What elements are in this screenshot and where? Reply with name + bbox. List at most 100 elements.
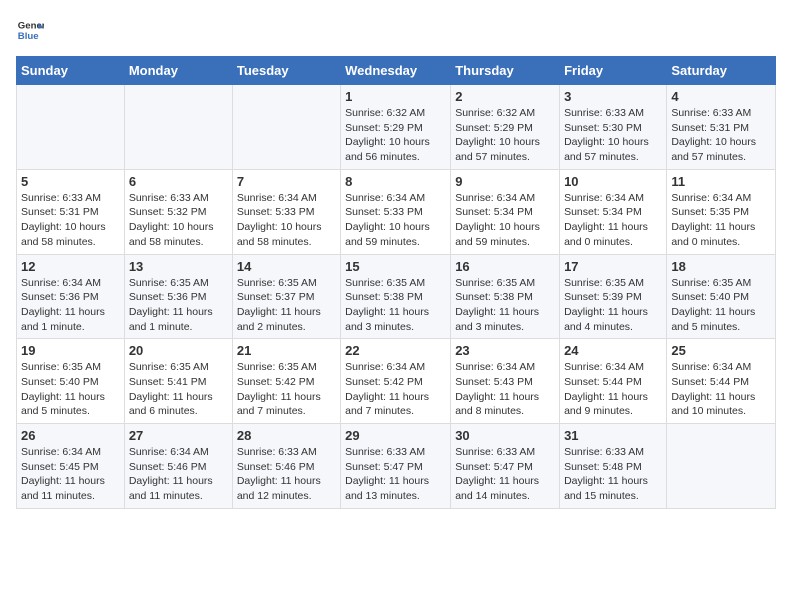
svg-text:Blue: Blue	[18, 31, 39, 42]
day-cell: 15Sunrise: 6:35 AM Sunset: 5:38 PM Dayli…	[341, 254, 451, 339]
week-row-3: 12Sunrise: 6:34 AM Sunset: 5:36 PM Dayli…	[17, 254, 776, 339]
day-cell: 8 Sunrise: 6:34 AM Sunset: 5:33 PM Daylig…	[341, 169, 451, 254]
header: General Blue	[16, 16, 776, 44]
day-info: Sunrise: 6:34 AM Sunset: 5:33 PM Dayligh…	[345, 191, 446, 250]
day-cell: 20 Sunrise: 6:35 AM Sunset: 5:41 PM Dayli…	[124, 339, 232, 424]
day-info: Sunrise: 6:35 AM Sunset: 5:41 PM Dayligh…	[129, 360, 228, 419]
day-info: Sunrise: 6:34 AM Sunset: 5:45 PM Dayligh…	[21, 445, 120, 504]
day-number: 5	[21, 174, 120, 189]
day-cell: 11Sunrise: 6:34 AM Sunset: 5:35 PM Dayli…	[667, 169, 776, 254]
day-info: Sunrise: 6:35 AM Sunset: 5:40 PM Dayligh…	[671, 276, 771, 335]
day-cell: 30 Sunrise: 6:33 AM Sunset: 5:47 PM Dayli…	[451, 424, 560, 509]
day-cell: 12Sunrise: 6:34 AM Sunset: 5:36 PM Dayli…	[17, 254, 125, 339]
day-cell: 2 Sunrise: 6:32 AM Sunset: 5:29 PM Daylig…	[451, 85, 560, 170]
day-cell: 31 Sunrise: 6:33 AM Sunset: 5:48 PM Dayli…	[560, 424, 667, 509]
day-number: 18	[671, 259, 771, 274]
day-cell: 7 Sunrise: 6:34 AM Sunset: 5:33 PM Daylig…	[232, 169, 340, 254]
day-number: 3	[564, 89, 662, 104]
day-info: Sunrise: 6:35 AM Sunset: 5:42 PM Dayligh…	[237, 360, 336, 419]
day-info: Sunrise: 6:34 AM Sunset: 5:42 PM Dayligh…	[345, 360, 446, 419]
day-cell: 27 Sunrise: 6:34 AM Sunset: 5:46 PM Dayli…	[124, 424, 232, 509]
day-cell: 28Sunrise: 6:33 AM Sunset: 5:46 PM Dayli…	[232, 424, 340, 509]
header-cell-saturday: Saturday	[667, 57, 776, 85]
day-info: Sunrise: 6:33 AM Sunset: 5:30 PM Dayligh…	[564, 106, 662, 165]
day-info: Sunrise: 6:34 AM Sunset: 5:46 PM Dayligh…	[129, 445, 228, 504]
day-number: 27	[129, 428, 228, 443]
day-info: Sunrise: 6:33 AM Sunset: 5:47 PM Dayligh…	[455, 445, 555, 504]
week-row-5: 26 Sunrise: 6:34 AM Sunset: 5:45 PM Dayli…	[17, 424, 776, 509]
day-cell: 17 Sunrise: 6:35 AM Sunset: 5:39 PM Dayli…	[560, 254, 667, 339]
day-info: Sunrise: 6:34 AM Sunset: 5:34 PM Dayligh…	[455, 191, 555, 250]
day-info: Sunrise: 6:34 AM Sunset: 5:44 PM Dayligh…	[671, 360, 771, 419]
header-row: SundayMondayTuesdayWednesdayThursdayFrid…	[17, 57, 776, 85]
day-info: Sunrise: 6:35 AM Sunset: 5:38 PM Dayligh…	[345, 276, 446, 335]
day-number: 26	[21, 428, 120, 443]
day-number: 31	[564, 428, 662, 443]
day-info: Sunrise: 6:34 AM Sunset: 5:43 PM Dayligh…	[455, 360, 555, 419]
day-number: 4	[671, 89, 771, 104]
day-number: 20	[129, 343, 228, 358]
day-info: Sunrise: 6:33 AM Sunset: 5:31 PM Dayligh…	[671, 106, 771, 165]
day-cell: 24 Sunrise: 6:34 AM Sunset: 5:44 PM Dayli…	[560, 339, 667, 424]
day-info: Sunrise: 6:34 AM Sunset: 5:35 PM Dayligh…	[671, 191, 771, 250]
day-number: 21	[237, 343, 336, 358]
day-cell: 29 Sunrise: 6:33 AM Sunset: 5:47 PM Dayli…	[341, 424, 451, 509]
day-cell: 21 Sunrise: 6:35 AM Sunset: 5:42 PM Dayli…	[232, 339, 340, 424]
day-info: Sunrise: 6:32 AM Sunset: 5:29 PM Dayligh…	[455, 106, 555, 165]
day-cell: 19 Sunrise: 6:35 AM Sunset: 5:40 PM Dayli…	[17, 339, 125, 424]
day-number: 7	[237, 174, 336, 189]
day-cell	[124, 85, 232, 170]
day-cell: 5 Sunrise: 6:33 AM Sunset: 5:31 PM Daylig…	[17, 169, 125, 254]
header-cell-friday: Friday	[560, 57, 667, 85]
header-cell-tuesday: Tuesday	[232, 57, 340, 85]
day-cell	[17, 85, 125, 170]
day-cell: 14Sunrise: 6:35 AM Sunset: 5:37 PM Dayli…	[232, 254, 340, 339]
day-cell: 16 Sunrise: 6:35 AM Sunset: 5:38 PM Dayli…	[451, 254, 560, 339]
day-info: Sunrise: 6:35 AM Sunset: 5:40 PM Dayligh…	[21, 360, 120, 419]
day-number: 19	[21, 343, 120, 358]
day-info: Sunrise: 6:35 AM Sunset: 5:38 PM Dayligh…	[455, 276, 555, 335]
day-number: 23	[455, 343, 555, 358]
day-info: Sunrise: 6:34 AM Sunset: 5:44 PM Dayligh…	[564, 360, 662, 419]
header-cell-sunday: Sunday	[17, 57, 125, 85]
day-number: 8	[345, 174, 446, 189]
day-cell: 9Sunrise: 6:34 AM Sunset: 5:34 PM Daylig…	[451, 169, 560, 254]
day-info: Sunrise: 6:33 AM Sunset: 5:46 PM Dayligh…	[237, 445, 336, 504]
day-cell: 18 Sunrise: 6:35 AM Sunset: 5:40 PM Dayli…	[667, 254, 776, 339]
calendar-table: SundayMondayTuesdayWednesdayThursdayFrid…	[16, 56, 776, 509]
day-number: 2	[455, 89, 555, 104]
day-info: Sunrise: 6:34 AM Sunset: 5:34 PM Dayligh…	[564, 191, 662, 250]
day-info: Sunrise: 6:35 AM Sunset: 5:36 PM Dayligh…	[129, 276, 228, 335]
day-cell: 23 Sunrise: 6:34 AM Sunset: 5:43 PM Dayli…	[451, 339, 560, 424]
logo-icon: General Blue	[16, 16, 44, 44]
day-info: Sunrise: 6:33 AM Sunset: 5:32 PM Dayligh…	[129, 191, 228, 250]
day-number: 12	[21, 259, 120, 274]
week-row-2: 5 Sunrise: 6:33 AM Sunset: 5:31 PM Daylig…	[17, 169, 776, 254]
day-info: Sunrise: 6:34 AM Sunset: 5:33 PM Dayligh…	[237, 191, 336, 250]
day-number: 17	[564, 259, 662, 274]
day-cell: 26 Sunrise: 6:34 AM Sunset: 5:45 PM Dayli…	[17, 424, 125, 509]
day-number: 13	[129, 259, 228, 274]
week-row-4: 19 Sunrise: 6:35 AM Sunset: 5:40 PM Dayli…	[17, 339, 776, 424]
day-number: 22	[345, 343, 446, 358]
day-info: Sunrise: 6:35 AM Sunset: 5:37 PM Dayligh…	[237, 276, 336, 335]
day-number: 24	[564, 343, 662, 358]
day-cell	[232, 85, 340, 170]
day-cell	[667, 424, 776, 509]
header-cell-wednesday: Wednesday	[341, 57, 451, 85]
day-number: 16	[455, 259, 555, 274]
day-number: 29	[345, 428, 446, 443]
day-info: Sunrise: 6:35 AM Sunset: 5:39 PM Dayligh…	[564, 276, 662, 335]
day-cell: 6Sunrise: 6:33 AM Sunset: 5:32 PM Daylig…	[124, 169, 232, 254]
day-info: Sunrise: 6:33 AM Sunset: 5:48 PM Dayligh…	[564, 445, 662, 504]
day-info: Sunrise: 6:33 AM Sunset: 5:47 PM Dayligh…	[345, 445, 446, 504]
day-cell: 25Sunrise: 6:34 AM Sunset: 5:44 PM Dayli…	[667, 339, 776, 424]
day-cell: 1Sunrise: 6:32 AM Sunset: 5:29 PM Daylig…	[341, 85, 451, 170]
day-cell: 13 Sunrise: 6:35 AM Sunset: 5:36 PM Dayli…	[124, 254, 232, 339]
header-cell-monday: Monday	[124, 57, 232, 85]
day-number: 30	[455, 428, 555, 443]
day-cell: 4 Sunrise: 6:33 AM Sunset: 5:31 PM Daylig…	[667, 85, 776, 170]
day-info: Sunrise: 6:33 AM Sunset: 5:31 PM Dayligh…	[21, 191, 120, 250]
header-cell-thursday: Thursday	[451, 57, 560, 85]
day-number: 1	[345, 89, 446, 104]
